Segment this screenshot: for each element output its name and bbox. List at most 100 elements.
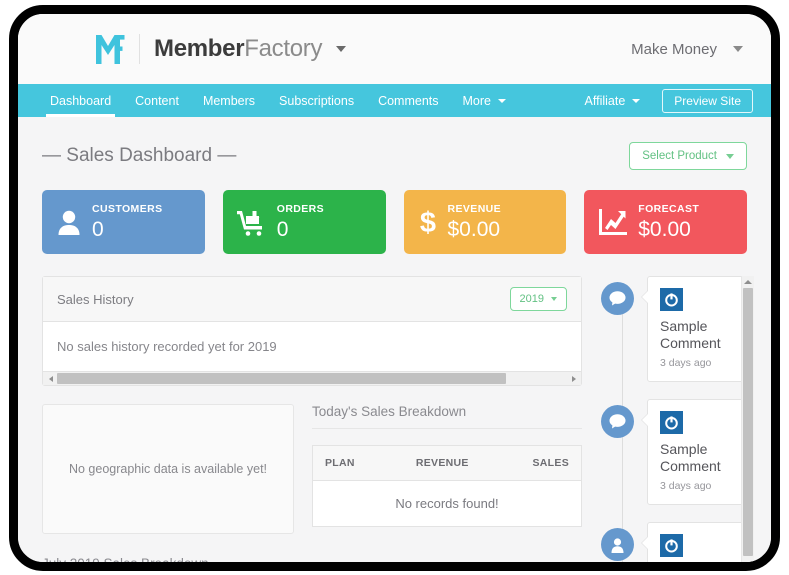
page-header: — Sales Dashboard — Select Product — [42, 139, 747, 173]
sales-history-header: Sales History 2019 — [43, 277, 581, 322]
timeline-title: Sample Comment — [660, 318, 721, 352]
left-column: Sales History 2019 No sales history reco… — [42, 276, 582, 562]
stat-card-orders[interactable]: ORDERS 0 — [222, 190, 386, 254]
breakdown-empty-message: No records found! — [395, 496, 499, 511]
power-circle-glyph — [665, 293, 678, 307]
nav-item-affiliate[interactable]: Affiliate — [573, 94, 653, 108]
table-header-row: PLAN REVENUE SALES — [312, 445, 582, 481]
stat-value: $0.00 — [638, 217, 691, 241]
power-circle-icon — [660, 534, 683, 558]
nav-item-members[interactable]: Members — [191, 84, 267, 117]
stat-body: ORDERS 0 — [277, 204, 324, 240]
activity-timeline-column: Sample Comment 3 days ago Sample Comment… — [598, 276, 754, 562]
breakdown-column: Today's Sales Breakdown PLAN REVENUE SAL… — [312, 404, 582, 534]
chevron-down-icon — [726, 153, 734, 159]
main-content: — Sales Dashboard — Select Product CUSTO… — [18, 117, 771, 562]
list-item[interactable]: Sample Comment 3 days ago — [601, 276, 752, 383]
triangle-right-icon[interactable] — [567, 372, 580, 385]
chevron-down-icon — [733, 46, 743, 52]
nav-item-comments[interactable]: Comments — [366, 84, 450, 117]
breakdown-table: PLAN REVENUE SALES No records found! — [312, 445, 582, 527]
preview-site-button[interactable]: Preview Site — [662, 88, 753, 113]
sales-history-horizontal-scrollbar[interactable] — [43, 371, 581, 385]
stat-value: 0 — [92, 217, 104, 241]
nav-item-content[interactable]: Content — [123, 84, 191, 117]
brand-name: MemberFactory — [154, 35, 322, 63]
nav-right-group: Affiliate Preview Site — [573, 84, 753, 117]
stat-label: FORECAST — [638, 203, 700, 216]
brand-name-light: Factory — [244, 35, 323, 62]
chart-line-up-icon — [599, 209, 628, 235]
breakdown-table-head: PLAN REVENUE SALES — [312, 445, 582, 481]
shopping-cart-icon — [236, 211, 262, 236]
nav-item-subscriptions[interactable]: Subscriptions — [267, 84, 366, 117]
stat-card-revenue[interactable]: $ REVENUE $0.00 — [403, 190, 567, 254]
geo-and-breakdown-row: No geographic data is available yet! Tod… — [42, 404, 582, 534]
chevron-down-icon — [632, 98, 641, 103]
user-icon — [601, 528, 634, 562]
stat-body: CUSTOMERS 0 — [92, 204, 163, 240]
geo-empty-message: No geographic data is available yet! — [68, 462, 268, 476]
comment-bubble-icon — [601, 282, 634, 315]
nav-label: Subscriptions — [279, 93, 355, 108]
nav-label: Affiliate — [584, 93, 626, 108]
timeline-title: Sample Comment — [660, 441, 721, 475]
chevron-down-icon — [498, 98, 506, 103]
timeline-card[interactable]: Sample User — [641, 522, 752, 562]
breakdown-table-body: No records found! — [313, 481, 582, 527]
stat-label: CUSTOMERS — [92, 203, 163, 216]
scroll-track[interactable] — [57, 373, 567, 384]
stat-card-customers[interactable]: CUSTOMERS 0 — [42, 190, 205, 254]
activity-timeline: Sample Comment 3 days ago Sample Comment… — [598, 276, 752, 562]
power-circle-glyph — [665, 416, 678, 430]
comment-bubble-glyph — [609, 291, 626, 306]
nav-item-more[interactable]: More — [451, 84, 518, 117]
page-title: — Sales Dashboard — — [42, 145, 237, 166]
stat-label: REVENUE — [447, 203, 502, 216]
select-product-label: Select Product — [642, 150, 717, 162]
list-item[interactable]: Sample Comment 3 days ago — [601, 399, 752, 506]
comment-bubble-glyph — [609, 414, 626, 429]
scroll-thumb[interactable] — [743, 288, 753, 556]
device-frame: MemberFactory Make Money Dashboard Conte… — [9, 5, 780, 571]
brand-logo[interactable]: MemberFactory — [95, 33, 347, 66]
scroll-thumb[interactable] — [57, 373, 506, 384]
column-header-sales[interactable]: SALES — [496, 445, 582, 481]
timeline-card[interactable]: Sample Comment 3 days ago — [641, 276, 752, 383]
main-nav: Dashboard Content Members Subscriptions … — [18, 84, 771, 117]
nav-label: More — [462, 93, 491, 108]
year-select-value: 2019 — [519, 293, 544, 305]
triangle-left-icon[interactable] — [44, 372, 57, 385]
mf-monogram-logo-icon — [96, 34, 125, 64]
stat-card-forecast[interactable]: FORECAST $0.00 — [584, 190, 747, 254]
list-item[interactable]: Sample User — [601, 522, 752, 562]
column-header-revenue[interactable]: REVENUE — [388, 445, 497, 481]
power-circle-icon — [660, 411, 683, 435]
select-product-button[interactable]: Select Product — [629, 142, 747, 170]
nav-item-dashboard[interactable]: Dashboard — [38, 84, 123, 117]
user-icon — [58, 210, 80, 235]
chevron-down-icon[interactable] — [336, 46, 347, 52]
breakdown-title: Today's Sales Breakdown — [312, 404, 582, 429]
timeline-timestamp: 3 days ago — [660, 357, 712, 370]
column-header-plan[interactable]: PLAN — [312, 445, 389, 481]
sales-history-title: Sales History — [57, 291, 134, 307]
nav-label: Comments — [378, 93, 439, 108]
power-circle-icon — [660, 288, 683, 311]
lower-area: Sales History 2019 No sales history reco… — [42, 276, 754, 562]
timeline-timestamp: 3 days ago — [660, 480, 712, 493]
year-select-dropdown[interactable]: 2019 — [509, 287, 567, 311]
stat-label: ORDERS — [276, 203, 325, 216]
nav-label: Content — [135, 93, 179, 108]
stat-body: REVENUE $0.00 — [448, 204, 502, 240]
comment-bubble-icon — [601, 405, 634, 439]
svg-text:$: $ — [419, 207, 435, 237]
timeline-vertical-scrollbar[interactable] — [741, 276, 754, 562]
table-row: No records found! — [313, 481, 582, 527]
account-menu[interactable]: Make Money — [631, 41, 743, 58]
timeline-card[interactable]: Sample Comment 3 days ago — [641, 399, 752, 506]
nav-label: Dashboard — [50, 93, 112, 108]
top-bar: MemberFactory Make Money — [18, 14, 771, 84]
chevron-down-icon — [551, 297, 557, 301]
triangle-up-icon[interactable] — [744, 280, 752, 284]
